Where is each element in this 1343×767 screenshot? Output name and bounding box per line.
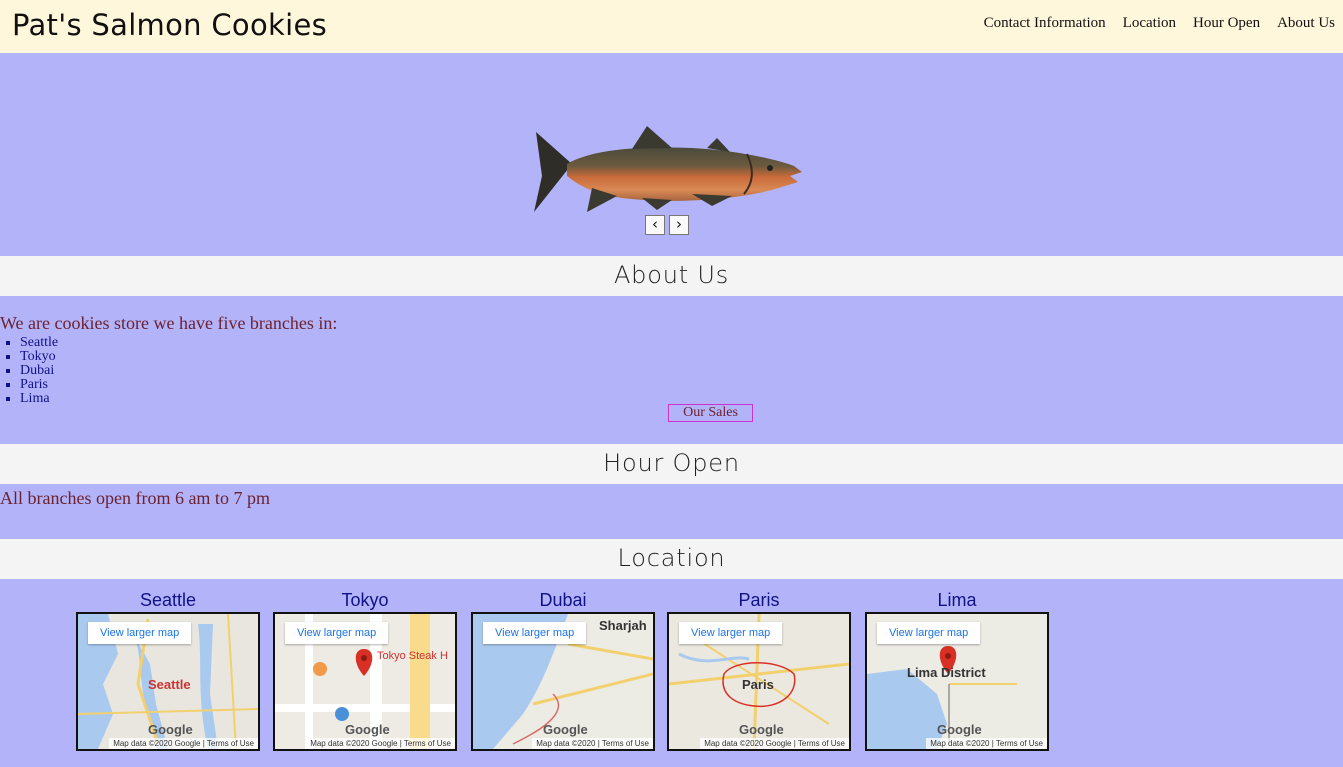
- salmon-image: [534, 126, 802, 212]
- map-card-lima: Lima Lima District Google View larger ma…: [865, 590, 1049, 751]
- map-attribution: Map data ©2020 | Terms of Use: [532, 738, 653, 749]
- terms-of-use-link[interactable]: Terms of Use: [602, 739, 649, 748]
- view-larger-map-link[interactable]: View larger map: [88, 622, 192, 644]
- map-card-paris: Paris Paris Google View larger map Map d…: [667, 590, 851, 751]
- list-item: Seattle: [20, 336, 58, 350]
- terms-of-use-link[interactable]: Terms of Use: [404, 739, 451, 748]
- map-attribution: Map data ©2020 Google | Terms of Use: [109, 738, 258, 749]
- map-place-label: Sharjah: [599, 618, 647, 633]
- nav-hour-open[interactable]: Hour Open: [1193, 15, 1260, 32]
- carousel-prev-button[interactable]: ‹: [645, 215, 665, 235]
- google-logo: Google: [543, 722, 588, 737]
- terms-of-use-link[interactable]: Terms of Use: [207, 739, 254, 748]
- google-logo: Google: [345, 722, 390, 737]
- branch-list: Seattle Tokyo Dubai Paris Lima: [20, 336, 58, 406]
- map-attribution: Map data ©2020 | Terms of Use: [926, 738, 1047, 749]
- about-us-heading: About Us: [0, 256, 1343, 296]
- nav-contact-information[interactable]: Contact Information: [984, 15, 1106, 32]
- view-larger-map-link[interactable]: View larger map: [877, 622, 981, 644]
- nav-location[interactable]: Location: [1123, 15, 1176, 32]
- carousel-next-button[interactable]: ›: [669, 215, 689, 235]
- list-item: Paris: [20, 378, 58, 392]
- map-title: Lima: [937, 590, 977, 610]
- list-item: Tokyo: [20, 350, 58, 364]
- map-card-dubai: Dubai Sharjah Google View larger map Map…: [471, 590, 655, 751]
- nav-about-us[interactable]: About Us: [1277, 15, 1335, 32]
- hour-open-heading: Hour Open: [0, 444, 1343, 484]
- map-paris[interactable]: Paris Google View larger map Map data ©2…: [667, 612, 851, 751]
- view-larger-map-link[interactable]: View larger map: [679, 622, 783, 644]
- map-place-label: Lima District: [907, 665, 986, 680]
- map-place-label: Seattle: [148, 677, 191, 692]
- map-title: Tokyo: [341, 590, 389, 610]
- map-tokyo[interactable]: Tokyo Steak H Google View larger map Map…: [273, 612, 457, 751]
- map-title: Paris: [738, 590, 780, 610]
- map-card-seattle: Seattle Seattle Google View larger map M…: [76, 590, 260, 751]
- view-larger-map-link[interactable]: View larger map: [285, 622, 389, 644]
- site-header: Pat's Salmon Cookies Contact Information…: [0, 0, 1343, 53]
- site-title: Pat's Salmon Cookies: [12, 8, 327, 42]
- map-attribution: Map data ©2020 Google | Terms of Use: [700, 738, 849, 749]
- terms-of-use-link[interactable]: Terms of Use: [798, 739, 845, 748]
- map-dubai[interactable]: Sharjah Google View larger map Map data …: [471, 612, 655, 751]
- location-heading: Location: [0, 539, 1343, 579]
- map-attribution: Map data ©2020 Google | Terms of Use: [306, 738, 455, 749]
- list-item: Lima: [20, 392, 58, 406]
- google-logo: Google: [739, 722, 784, 737]
- map-place-label: Tokyo Steak H: [377, 650, 448, 662]
- about-intro-text: We are cookies store we have five branch…: [0, 313, 338, 333]
- hours-text: All branches open from 6 am to 7 pm: [0, 488, 270, 508]
- view-larger-map-link[interactable]: View larger map: [483, 622, 587, 644]
- google-logo: Google: [937, 722, 982, 737]
- main-nav: Contact Information Location Hour Open A…: [984, 15, 1335, 32]
- map-card-tokyo: Tokyo Tokyo Steak H Google View larger m…: [273, 590, 457, 751]
- list-item: Dubai: [20, 364, 58, 378]
- our-sales-button[interactable]: Our Sales: [668, 404, 753, 422]
- google-logo: Google: [148, 722, 193, 737]
- map-place-label: Paris: [742, 677, 774, 692]
- map-lima[interactable]: Lima District Google View larger map Map…: [865, 612, 1049, 751]
- terms-of-use-link[interactable]: Terms of Use: [996, 739, 1043, 748]
- map-title: Seattle: [139, 590, 197, 610]
- map-title: Dubai: [539, 590, 587, 610]
- map-seattle[interactable]: Seattle Google View larger map Map data …: [76, 612, 260, 751]
